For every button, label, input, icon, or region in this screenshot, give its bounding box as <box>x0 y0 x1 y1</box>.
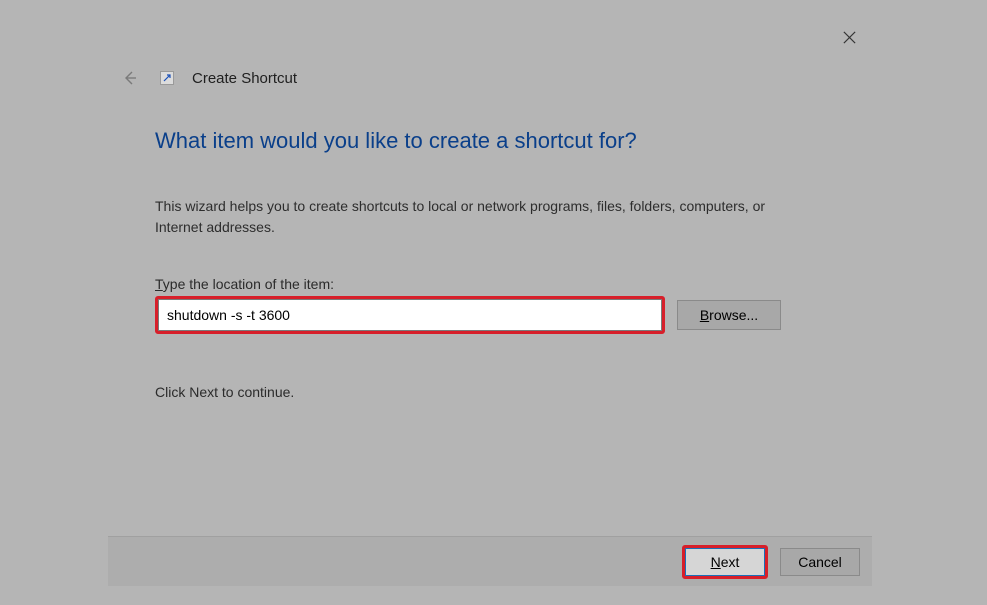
location-label: Type the location of the item: <box>155 276 815 292</box>
location-row: Browse... <box>155 296 815 334</box>
cancel-button[interactable]: Cancel <box>780 548 860 576</box>
wizard-footer: Next Cancel <box>108 536 872 586</box>
back-button[interactable] <box>118 66 142 90</box>
close-button[interactable] <box>839 30 859 50</box>
next-button[interactable]: Next <box>685 548 765 576</box>
back-arrow-icon <box>122 70 138 86</box>
browse-button[interactable]: Browse... <box>677 300 781 330</box>
shortcut-icon <box>160 71 174 85</box>
close-icon <box>842 30 857 45</box>
wizard-title: Create Shortcut <box>192 70 297 87</box>
location-input-highlight <box>155 296 665 334</box>
location-input[interactable] <box>158 299 662 331</box>
continue-instruction: Click Next to continue. <box>155 384 815 400</box>
next-button-highlight: Next <box>682 545 768 579</box>
wizard-description: This wizard helps you to create shortcut… <box>155 196 815 238</box>
wizard-content: What item would you like to create a sho… <box>155 128 815 400</box>
wizard-header: Create Shortcut <box>118 66 297 90</box>
wizard-heading: What item would you like to create a sho… <box>155 128 815 154</box>
